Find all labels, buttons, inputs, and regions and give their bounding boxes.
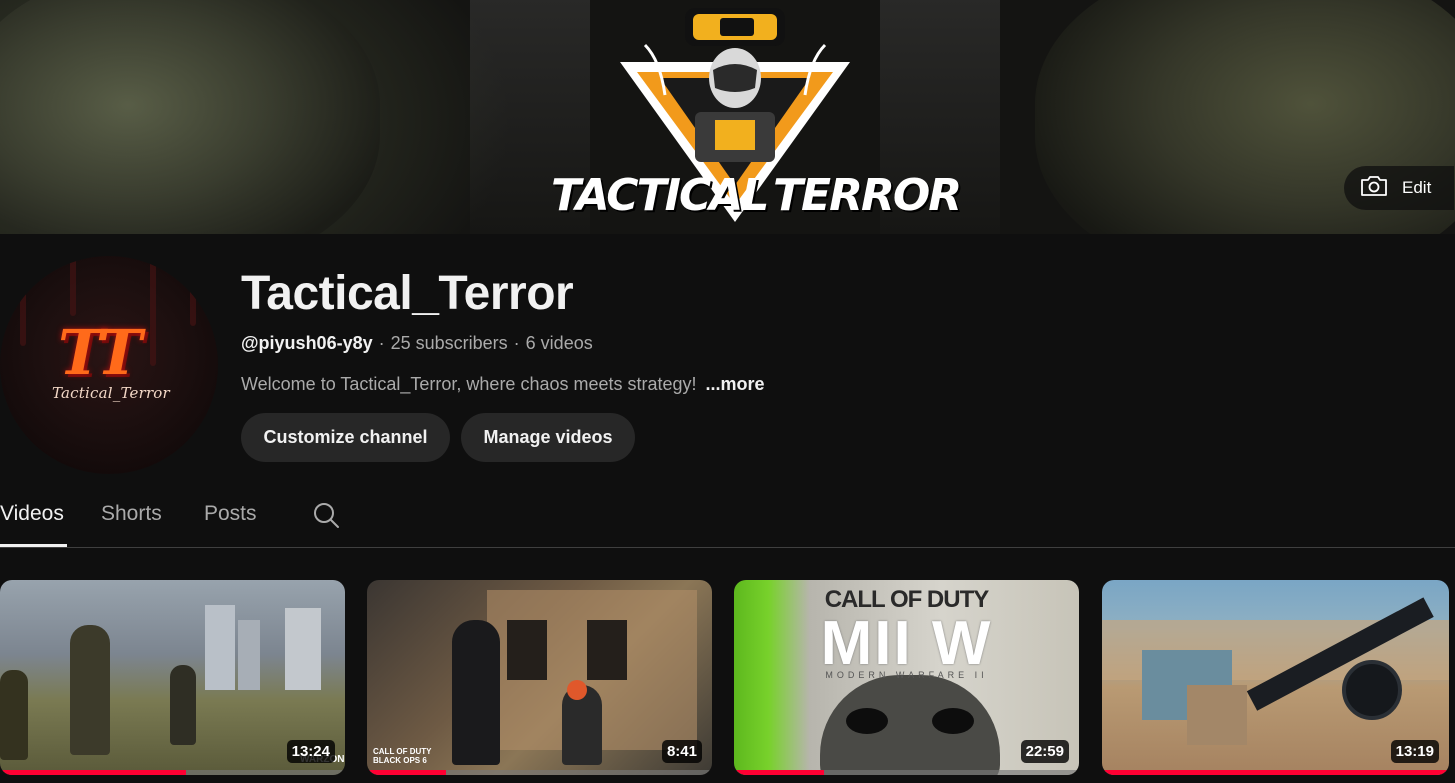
watch-progress bbox=[734, 770, 1079, 775]
camera-icon bbox=[1360, 175, 1388, 202]
meta-separator: · bbox=[513, 333, 520, 353]
thumbnail-watermark: CALL OF DUTY BLACK OPS 6 bbox=[373, 747, 432, 765]
banner-title-left: TACTICAL bbox=[551, 170, 769, 221]
thumbnail-art bbox=[285, 608, 321, 690]
channel-tabs: Videos Shorts Posts bbox=[0, 490, 1455, 548]
customize-channel-button[interactable]: Customize channel bbox=[241, 413, 450, 462]
manage-videos-button[interactable]: Manage videos bbox=[461, 413, 635, 462]
watch-progress bbox=[367, 770, 712, 775]
thumbnail-art bbox=[567, 680, 587, 700]
tab-shorts[interactable]: Shorts bbox=[101, 502, 162, 526]
banner-art-left bbox=[0, 0, 380, 234]
thumbnail-art bbox=[0, 670, 28, 760]
avatar-texture bbox=[150, 256, 156, 366]
thumbnail-art bbox=[452, 620, 500, 765]
thumbnail-logo: MII W bbox=[820, 609, 993, 678]
thumbnail-art bbox=[932, 708, 974, 734]
watch-progress-fill bbox=[1102, 770, 1449, 775]
watch-progress-fill bbox=[367, 770, 447, 775]
tab-videos[interactable]: Videos bbox=[0, 502, 64, 526]
channel-banner: TACTICAL TERROR Edit bbox=[0, 0, 1455, 234]
watch-progress-fill bbox=[0, 770, 187, 775]
channel-avatar[interactable]: TT bbox=[0, 256, 218, 474]
video-thumbnail[interactable]: WARZONE 13:24 bbox=[0, 580, 345, 775]
video-duration: 13:24 bbox=[286, 740, 335, 763]
edit-label: Edit bbox=[1402, 178, 1432, 197]
video-duration: 22:59 bbox=[1020, 740, 1069, 763]
avatar-logo-text: Tactical_Terror bbox=[52, 384, 170, 402]
channel-name: Tactical_Terror bbox=[241, 267, 574, 320]
channel-description[interactable]: Welcome to Tactical_Terror, where chaos … bbox=[241, 374, 765, 395]
thumbnail-art bbox=[507, 620, 547, 680]
thumbnail-art bbox=[587, 620, 627, 680]
video-duration: 8:41 bbox=[661, 740, 702, 763]
meta-separator: · bbox=[378, 333, 385, 353]
edit-banner-button[interactable]: Edit bbox=[1344, 166, 1454, 210]
description-text: Welcome to Tactical_Terror, where chaos … bbox=[241, 374, 697, 394]
thumbnail-art bbox=[70, 625, 110, 755]
video-duration: 13:19 bbox=[1390, 740, 1439, 763]
channel-page: TACTICAL TERROR Edit TT Tactical_Terror … bbox=[0, 0, 1455, 783]
thumbnail-art bbox=[846, 708, 888, 734]
thumbnail-art bbox=[170, 665, 196, 745]
avatar-logo-mark: TT bbox=[58, 316, 142, 389]
thumbnail-art bbox=[1187, 685, 1247, 745]
video-thumbnail[interactable]: 13:19 bbox=[1102, 580, 1449, 775]
thumbnail-art bbox=[205, 605, 235, 690]
tab-posts[interactable]: Posts bbox=[204, 502, 257, 526]
watch-progress bbox=[0, 770, 345, 775]
thumbnail-art bbox=[1342, 660, 1402, 720]
avatar-texture bbox=[190, 256, 196, 326]
watch-progress-fill bbox=[734, 770, 824, 775]
subscriber-count: 25 subscribers bbox=[390, 333, 508, 353]
search-icon[interactable] bbox=[311, 500, 341, 530]
watch-progress bbox=[1102, 770, 1449, 775]
thumbnail-subtitle: MODERN WARFARE II bbox=[825, 670, 988, 680]
banner-logo: TACTICAL TERROR bbox=[545, 0, 962, 234]
avatar-texture bbox=[70, 256, 76, 316]
more-link[interactable]: ...more bbox=[706, 374, 765, 394]
banner-title-right: TERROR bbox=[773, 170, 962, 221]
tabs-divider bbox=[0, 547, 1455, 548]
channel-meta: @piyush06-y8y · 25 subscribers · 6 video… bbox=[241, 333, 593, 354]
channel-handle: @piyush06-y8y bbox=[241, 333, 373, 353]
video-count: 6 videos bbox=[525, 333, 593, 353]
video-thumbnail[interactable]: CALL OF DUTY BLACK OPS 6 8:41 bbox=[367, 580, 712, 775]
video-thumbnail[interactable]: CALL OF DUTY MII W MODERN WARFARE II 22:… bbox=[734, 580, 1079, 775]
avatar-texture bbox=[20, 256, 26, 346]
thumbnail-art bbox=[238, 620, 260, 690]
